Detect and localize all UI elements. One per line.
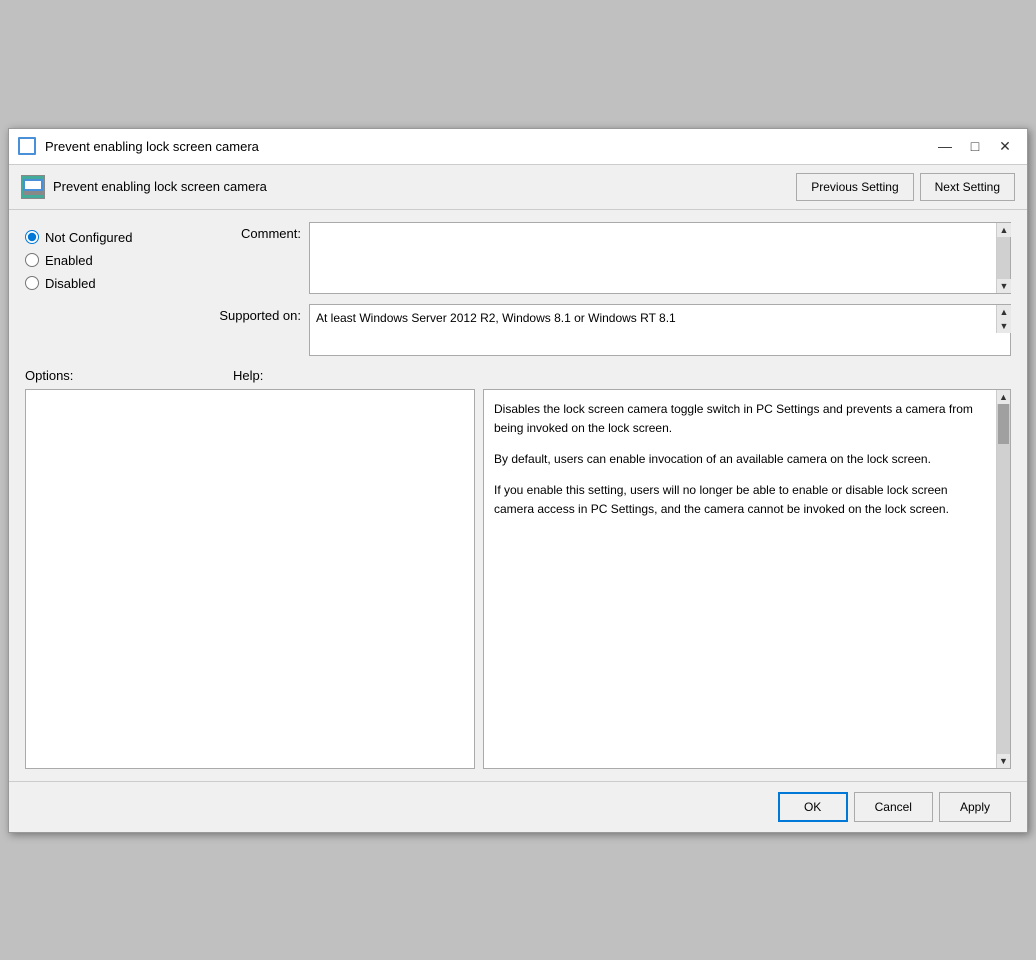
toolbar: Prevent enabling lock screen camera Prev… [9, 165, 1027, 210]
disabled-radio[interactable] [25, 276, 39, 290]
help-scroll-down[interactable]: ▼ [997, 754, 1011, 768]
comment-label: Comment: [201, 222, 301, 241]
radio-group: Not Configured Enabled Disabled [25, 222, 185, 356]
supported-field-wrapper: At least Windows Server 2012 R2, Windows… [309, 304, 1011, 356]
enabled-radio[interactable] [25, 253, 39, 267]
help-content: Disables the lock screen camera toggle s… [494, 400, 1000, 520]
supported-row: Supported on: At least Windows Server 20… [201, 304, 1011, 356]
comment-scroll-track [997, 237, 1010, 279]
toolbar-buttons: Previous Setting Next Setting [796, 173, 1015, 201]
comment-field-wrapper: ▲ ▼ [309, 222, 1011, 294]
supported-scroll-up[interactable]: ▲ [997, 305, 1011, 319]
not-configured-label: Not Configured [45, 230, 132, 245]
enabled-label: Enabled [45, 253, 93, 268]
help-section-label: Help: [233, 368, 1011, 383]
not-configured-radio[interactable] [25, 230, 39, 244]
comment-scrollbar: ▲ ▼ [996, 223, 1010, 293]
enabled-option[interactable]: Enabled [25, 253, 185, 268]
maximize-button[interactable]: □ [961, 134, 989, 158]
supported-label: Supported on: [201, 304, 301, 323]
supported-scroll-down[interactable]: ▼ [997, 319, 1011, 333]
title-bar-left: Prevent enabling lock screen camera [17, 136, 259, 156]
help-paragraph-3: If you enable this setting, users will n… [494, 481, 986, 519]
toolbar-title: Prevent enabling lock screen camera [53, 179, 267, 194]
supported-scrollbar: ▲ ▼ [996, 305, 1010, 333]
comment-scroll-down[interactable]: ▼ [997, 279, 1011, 293]
main-window: Prevent enabling lock screen camera — □ … [8, 128, 1028, 833]
help-paragraph-1: Disables the lock screen camera toggle s… [494, 400, 986, 438]
help-paragraph-2: By default, users can enable invocation … [494, 450, 986, 469]
previous-setting-button[interactable]: Previous Setting [796, 173, 913, 201]
not-configured-option[interactable]: Not Configured [25, 230, 185, 245]
panels-row: Disables the lock screen camera toggle s… [25, 389, 1011, 769]
disabled-label: Disabled [45, 276, 96, 291]
section-labels: Options: Help: [25, 368, 1011, 383]
comment-row: Comment: ▲ ▼ [201, 222, 1011, 294]
supported-value: At least Windows Server 2012 R2, Windows… [310, 305, 996, 331]
ok-button[interactable]: OK [778, 792, 848, 822]
window-title: Prevent enabling lock screen camera [45, 139, 259, 154]
right-fields: Comment: ▲ ▼ Supported on: At least Wind… [201, 222, 1011, 356]
top-section: Not Configured Enabled Disabled Comment: [25, 222, 1011, 356]
options-section-label: Options: [25, 368, 225, 383]
comment-scroll-up[interactable]: ▲ [997, 223, 1011, 237]
disabled-option[interactable]: Disabled [25, 276, 185, 291]
help-panel: Disables the lock screen camera toggle s… [483, 389, 1011, 769]
help-scrollbar: ▲ ▼ [996, 390, 1010, 768]
content-area: Not Configured Enabled Disabled Comment: [9, 210, 1027, 781]
minimize-button[interactable]: — [931, 134, 959, 158]
toolbar-left: Prevent enabling lock screen camera [21, 175, 267, 199]
next-setting-button[interactable]: Next Setting [920, 173, 1015, 201]
apply-button[interactable]: Apply [939, 792, 1011, 822]
close-button[interactable]: ✕ [991, 134, 1019, 158]
options-panel [25, 389, 475, 769]
window-icon [17, 136, 37, 156]
title-bar-controls: — □ ✕ [931, 134, 1019, 158]
footer: OK Cancel Apply [9, 781, 1027, 832]
help-scroll-track [997, 404, 1010, 754]
help-scroll-thumb [998, 404, 1009, 444]
toolbar-icon [21, 175, 45, 199]
help-scroll-up[interactable]: ▲ [997, 390, 1011, 404]
title-bar: Prevent enabling lock screen camera — □ … [9, 129, 1027, 165]
comment-textarea[interactable] [310, 223, 996, 293]
cancel-button[interactable]: Cancel [854, 792, 933, 822]
